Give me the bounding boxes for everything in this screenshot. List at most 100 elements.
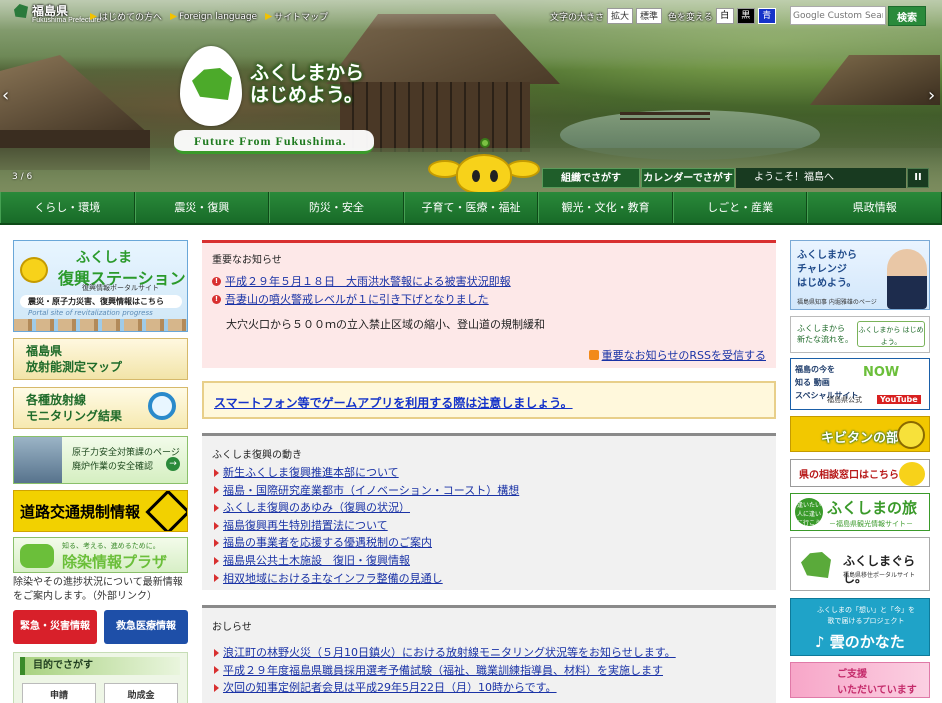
plant-image [14,437,62,483]
bullet-icon [214,556,219,565]
bullet-icon [214,683,219,692]
font-size-label: 文字の大きさ [550,12,605,23]
arrow-icon [90,13,97,20]
bullet-icon [214,468,219,477]
prefecture-logo[interactable]: 福島県 [14,4,68,18]
search-input[interactable] [790,6,886,25]
mascot-icon [897,421,925,449]
kumo-no-kanata-banner[interactable]: ふくしまの「想い」と「今」を 歌で届けるプロジェクト ♪ 雲のかなた [790,598,930,656]
nav-disaster-recovery[interactable]: 震災・復興 [134,192,270,223]
consultation-banner[interactable]: 県の相談窓口はこちら [790,459,930,487]
tagline-bar: Future From Fukushima. [174,130,374,154]
font-standard-button[interactable]: 標準 [636,8,663,24]
mascot-antenna [480,138,490,148]
decontamination-note: 除染やその進捗状況について最新情報をご案内します。（外部リンク） [13,577,183,602]
list-item: 平成２９年度福島県職員採用選考予備試験（福祉、職業訓練指導員、材料）を実施します [214,662,676,680]
slogan-logo-small: ふくしまから はじめよう。 [857,321,925,347]
pause-button[interactable]: II [907,168,929,188]
search-button[interactable]: 検索 [888,6,926,26]
bullet-icon [214,503,219,512]
alert-icon: ! [212,294,221,304]
decontamination-plaza-banner[interactable]: 知る、考える、進めるために。 除染情報プラザ [13,537,188,573]
mascot-body [456,154,512,192]
road-traffic-banner[interactable]: 道路交通規制情報 [13,490,188,532]
announcements-section: おしらせ 浪江町の林野火災（５月10日鎮火）における放射線モニタリング状況等をお… [202,605,776,703]
medical-info-button[interactable]: 救急医療情報 [104,610,188,644]
list-item: 福島復興再生特別措置法について [214,517,519,535]
nav-childcare-welfare[interactable]: 子育て・医療・福祉 [403,192,539,223]
font-size-control: 文字の大きさ 拡大 標準 [550,8,663,24]
color-white-button[interactable]: 白 [715,8,734,24]
slogan-text: ふくしまから はじめよう。 [250,62,365,106]
nav-government-info[interactable]: 県政情報 [807,192,942,223]
smartphone-warning-link[interactable]: スマートフォン等でゲームアプリを利用する際は注意しましょう。 [214,394,573,411]
search-by-purpose: 目的でさがす 申請 助成金 [13,652,188,703]
slide-prev-icon[interactable]: ‹ [2,85,9,106]
bullet-icon [214,574,219,583]
radiation-map-banner[interactable]: 福島県 放射能測定マップ [13,338,188,380]
link-sitemap[interactable]: サイトマップ [265,10,328,23]
fukko-station-banner[interactable]: ふくしま 復興ステーション 復興情報ポータルサイト 震災・原子力災害、復興情報は… [13,240,188,332]
hero-bridge [620,112,710,120]
mascot-icon [20,257,48,283]
font-large-button[interactable]: 拡大 [607,8,634,24]
monitoring-results-banner[interactable]: 各種放射線 モニタリング結果 [13,387,188,429]
arrow-icon [170,13,178,20]
color-label: 色を変える [668,12,713,23]
important-link[interactable]: 平成２９年５月１８日 大雨洪水警報による被害状況即報 [225,273,511,289]
list-item: 相双地域における主なインフラ整備の見通し [214,570,519,588]
mascot-icon [899,462,925,486]
new-flow-banner[interactable]: ふくしまから 新たな流れを。 ふくしまから はじめよう。 [790,316,930,353]
search-by-calendar-button[interactable]: カレンダーでさがす [641,168,735,188]
color-blue-button[interactable]: 青 [757,8,776,24]
nav-tourism-culture[interactable]: 観光・文化・教育 [538,192,673,223]
slide-next-icon[interactable]: › [928,85,935,106]
rss-icon [588,350,599,360]
link-first-time[interactable]: はじめての方へ [90,10,162,23]
arrow-right-icon: → [166,457,180,471]
utility-links: はじめての方へ Foreign language サイトマップ [90,10,328,23]
fukushima-living-banner[interactable]: ふくしまぐらし。 福島県移住ポータルサイト [790,537,930,591]
nuclear-safety-banner[interactable]: 原子力安全対策課のページ 廃炉作業の安全確認 → [13,436,188,484]
important-notices: 重要なお知らせ ! 平成２９年５月１８日 大雨洪水警報による被害状況即報 ! 吾… [202,240,776,368]
magnifier-icon [148,392,176,420]
kibitan-room-banner[interactable]: キビタンの部屋 [790,416,930,452]
governor-page-banner[interactable]: ふくしまから チャレンジ はじめよう。 福島県知事 内堀雅雄のページ [790,240,930,310]
list-item: 福島県公共土木施設 復旧・復興情報 [214,552,519,570]
search-by-organization-button[interactable]: 組織でさがす [542,168,640,188]
recovery-list: 新生ふくしま復興推進本部について 福島・国際研究産業都市（イノベーション・コース… [214,464,519,587]
color-control: 色を変える 白 黒 青 [668,8,776,24]
support-banner[interactable]: ご支援 いただいています [790,662,930,698]
nav-living-environment[interactable]: くらし・環境 [0,192,135,223]
main-navigation: くらし・環境 震災・復興 防災・安全 子育て・医療・福祉 観光・文化・教育 しご… [0,192,942,225]
important-note: 大穴火口から５００ｍの立入禁止区域の縮小、登山道の規制緩和 [226,318,545,331]
important-link[interactable]: 吾妻山の噴火警戒レベルが１に引き下げとなりました [225,291,489,307]
alert-icon: ! [212,276,221,286]
important-title: 重要なお知らせ [212,255,282,266]
purpose-application-button[interactable]: 申請 [22,683,96,703]
link-foreign-language[interactable]: Foreign language [170,10,257,23]
construction-sign-icon [145,491,187,531]
news-ticker[interactable]: ようこそ！福島へ [736,168,906,188]
site-search: 検索 [790,6,926,26]
governor-photo [887,249,927,309]
fukushima-now-banner[interactable]: 福島の今を 知る 動画 スペシャルサイト NOW 福島県公式 YouTube [790,358,930,410]
rss-link[interactable]: 重要なお知らせのRSSを受信する [588,347,766,363]
bullet-icon [214,486,219,495]
announcements-title: おしらせ [212,622,252,633]
fukushima-map-icon [14,4,28,18]
nav-safety[interactable]: 防災・安全 [269,192,404,223]
list-item: 福島の事業者を応援する優遇税制のご案内 [214,534,519,552]
emergency-info-button[interactable]: 緊急・災害情報 [13,610,97,644]
bullet-icon [214,666,219,675]
nav-work-industry[interactable]: しごと・産業 [672,192,808,223]
slogan-logo: ふくしまから はじめよう。 Future From Fukushima. [172,42,377,162]
color-black-button[interactable]: 黒 [736,8,755,24]
youtube-icon: YouTube [877,395,921,404]
travel-badge: 逢いたい人に逢いに行こう [795,498,823,527]
announcements-list: 浪江町の林野火災（５月10日鎮火）における放射線モニタリング状況等をお知らせしま… [214,644,676,697]
list-item: ふくしま復興のあゆみ（復興の状況） [214,499,519,517]
fukushima-travel-banner[interactable]: 逢いたい人に逢いに行こう ふくしまの旅 －福島県観光情報サイト－ [790,493,930,531]
arrow-icon [265,13,273,20]
purpose-subsidy-button[interactable]: 助成金 [104,683,178,703]
